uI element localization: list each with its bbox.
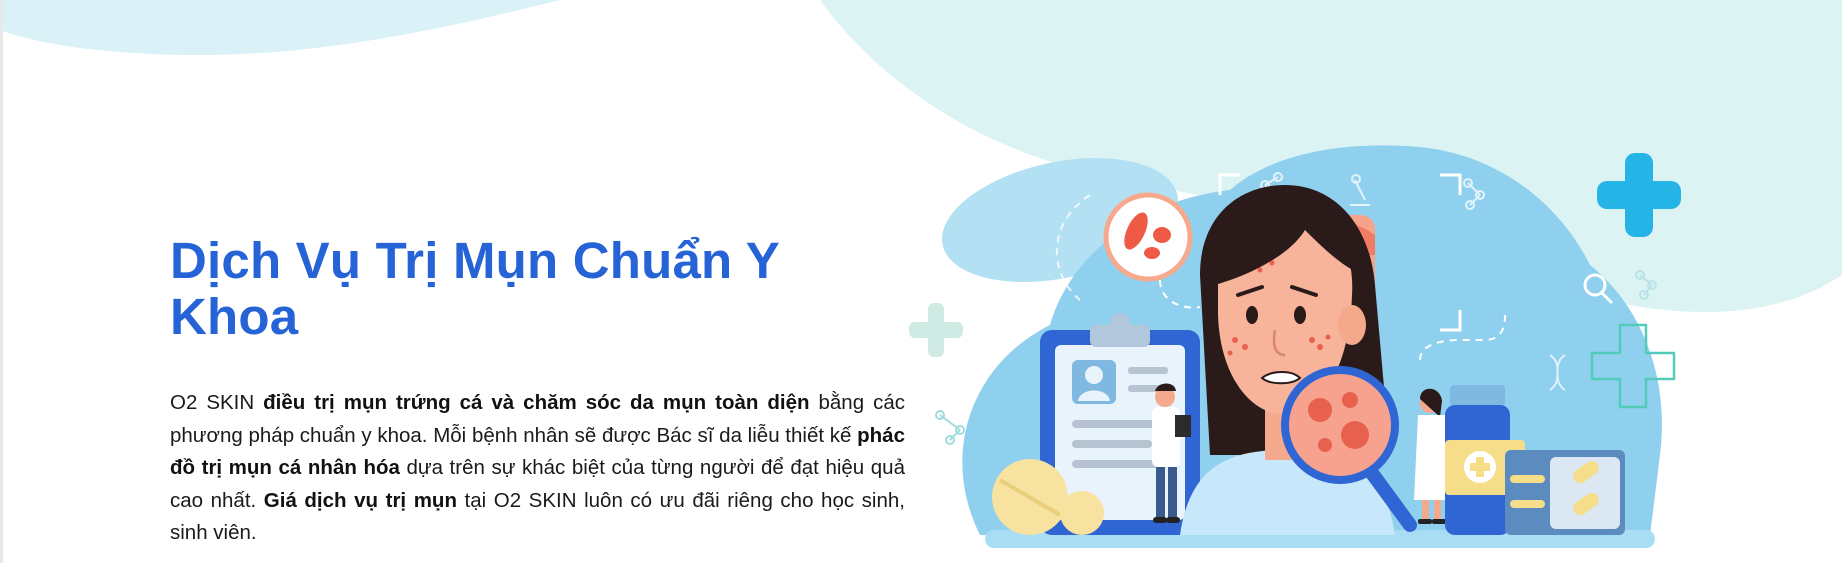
- eye: [1246, 306, 1258, 324]
- left-edge-bar: [0, 0, 3, 563]
- bacteria-icon: [1103, 192, 1193, 282]
- top-left-wave: [0, 0, 560, 55]
- hero-description: O2 SKIN điều trị mụn trứng cá và chăm só…: [170, 387, 905, 550]
- desc-bold-segment: điều trị mụn trứng cá và chăm sóc da mụn…: [263, 391, 810, 414]
- eye: [1294, 306, 1306, 324]
- desc-segment: O2 SKIN: [170, 391, 264, 414]
- cross-pale-icon: [909, 303, 963, 357]
- mouth: [1260, 371, 1302, 385]
- cross-icon: [1597, 153, 1681, 237]
- pill-blister-icon: [1505, 450, 1625, 535]
- hero-content: Dịch Vụ Trị Mụn Chuẩn Y Khoa O2 SKIN điề…: [170, 233, 905, 550]
- molecule-icon: [935, 410, 965, 445]
- acne-treatment-illustration: [909, 145, 1681, 548]
- ear: [1338, 305, 1366, 345]
- desc-bold-segment: Giá dịch vụ trị mụn: [263, 488, 457, 512]
- page-title: Dịch Vụ Trị Mụn Chuẩn Y Khoa: [170, 232, 780, 345]
- molecule-icon: [1635, 270, 1657, 300]
